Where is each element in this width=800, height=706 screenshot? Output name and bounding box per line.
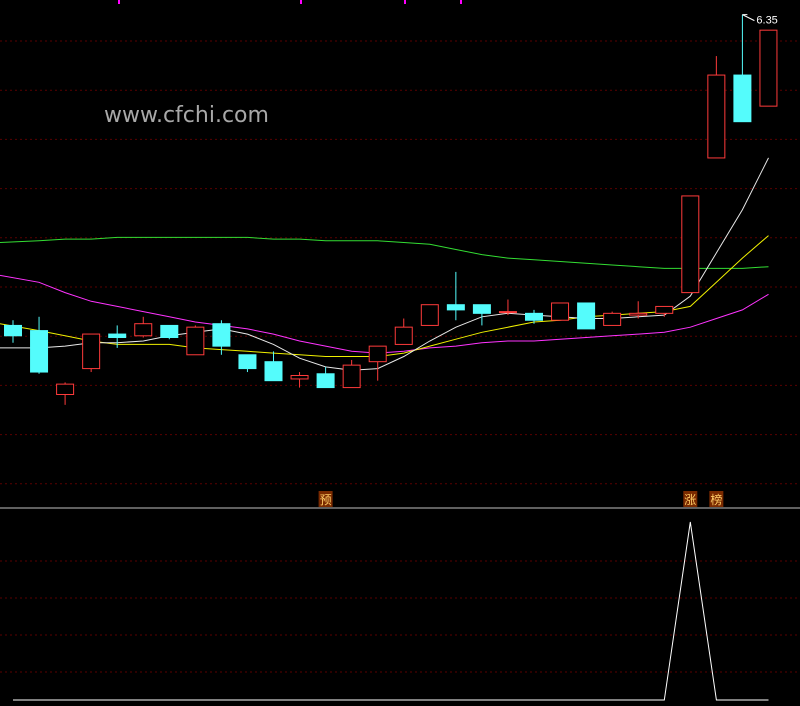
candle-body-down — [733, 74, 752, 123]
candle-body-up — [186, 326, 205, 356]
candle-body-down — [525, 312, 543, 321]
candle-body-up — [342, 364, 361, 389]
event-tag-label: 榜 — [710, 492, 722, 507]
candle-body-up — [498, 311, 517, 314]
candle — [681, 195, 700, 294]
candle-body-up — [290, 374, 309, 380]
candle — [186, 325, 205, 356]
candle-body-up — [759, 29, 778, 107]
candle-body-down — [472, 304, 491, 314]
candle-body-up — [394, 326, 413, 345]
candle-body-down — [316, 373, 335, 389]
candle-body-up — [551, 302, 570, 321]
candle-body-down — [212, 323, 231, 347]
candle — [759, 29, 778, 107]
candle-body-up — [134, 323, 153, 337]
period-mark — [460, 0, 462, 4]
event-tag-label: 涨 — [684, 492, 696, 507]
candle-body-up — [707, 74, 726, 159]
candle — [420, 304, 439, 326]
watermark-text: www.cfchi.com — [104, 103, 269, 128]
candle-body-down — [160, 324, 179, 339]
candle-body-down — [30, 330, 49, 373]
period-mark — [404, 0, 406, 4]
candle — [603, 311, 622, 326]
event-tag-label: 预 — [320, 493, 332, 507]
event-tag: 涨 — [683, 491, 698, 507]
candle-body-down — [264, 361, 283, 382]
stock-chart: www.cfchi.com 6.35 预 涨榜 — [0, 0, 800, 706]
candle-body-up — [56, 383, 75, 395]
candle — [160, 324, 179, 340]
candle-body-down — [446, 304, 465, 311]
candle-body-down — [4, 324, 22, 337]
candle-body-up — [368, 345, 387, 363]
candle-body-up — [82, 333, 101, 370]
candle-body-up — [629, 312, 648, 316]
event-tag: 预 — [318, 491, 333, 507]
candle — [551, 302, 570, 321]
candle — [577, 302, 596, 330]
period-mark — [300, 0, 302, 4]
period-mark — [118, 0, 120, 4]
candle-body-down — [108, 333, 127, 339]
candle-body-up — [603, 312, 622, 326]
candle-body-up — [655, 305, 674, 314]
candle-body-up — [681, 195, 700, 294]
candle-body-down — [238, 354, 257, 370]
candle — [82, 333, 101, 373]
high-price-label: 6.35 — [756, 15, 777, 27]
candle-body-up — [420, 304, 439, 326]
event-tag: 榜 — [709, 491, 724, 507]
candle-body-down — [577, 302, 596, 330]
